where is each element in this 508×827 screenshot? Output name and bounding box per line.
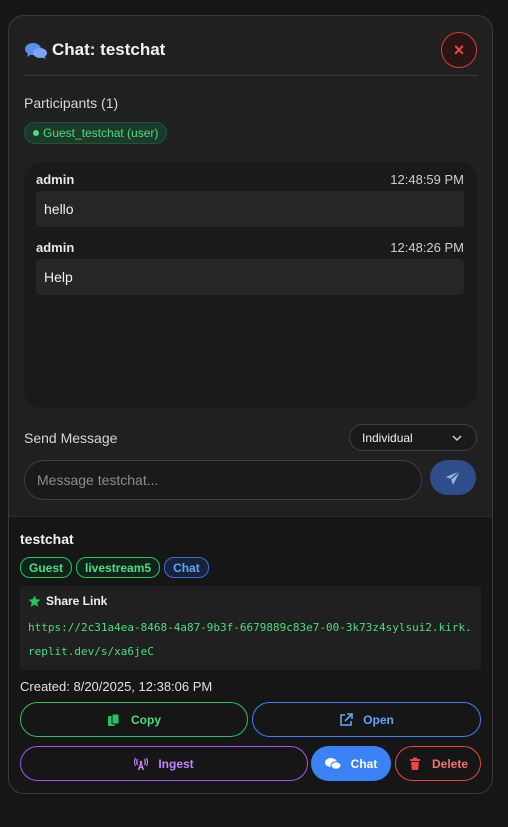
comments-icon	[25, 43, 47, 59]
message-text: hello	[36, 191, 464, 227]
participant-chip: Guest_testchat (user)	[24, 122, 168, 144]
recipient-mode-value: Individual	[362, 431, 413, 445]
copy-icon	[108, 713, 120, 726]
tag-guest: Guest	[20, 557, 73, 578]
close-icon: ×	[453, 39, 465, 60]
send-button[interactable]	[430, 460, 476, 495]
tag-stream: livestream5	[76, 557, 161, 578]
message-sender: admin	[36, 240, 75, 255]
share-link-heading: Share Link	[28, 594, 107, 608]
broadcast-icon	[134, 757, 149, 770]
ingest-button[interactable]: Ingest	[20, 746, 308, 781]
session-tags: Guest livestream5 Chat	[20, 557, 209, 578]
chevron-down-icon	[452, 435, 462, 442]
message-sender: admin	[36, 172, 75, 187]
close-button[interactable]: ×	[441, 32, 477, 68]
share-link-box: Share Link https://2c31a4ea-8468-4a87-9b…	[20, 586, 481, 670]
delete-button[interactable]: Delete	[395, 746, 481, 781]
participants-heading: Participants (1)	[24, 95, 119, 111]
star-icon	[28, 594, 41, 607]
session-info: testchat Guest livestream5 Chat Share Li…	[9, 516, 492, 793]
participant-label: Guest_testchat (user)	[43, 126, 159, 140]
open-button[interactable]: Open	[252, 702, 481, 737]
dialog-title: Chat: testchat	[52, 40, 166, 59]
message-input[interactable]	[24, 460, 422, 500]
created-timestamp: Created: 8/20/2025, 12:38:06 PM	[20, 679, 213, 694]
trash-icon	[409, 757, 420, 770]
tag-chat: Chat	[164, 557, 209, 578]
copy-button[interactable]: Copy	[20, 702, 248, 737]
message-time: 12:48:26 PM	[390, 240, 464, 255]
online-dot-icon	[33, 130, 39, 136]
session-name: testchat	[20, 531, 74, 547]
chat-icon	[324, 757, 341, 770]
dialog-header: Chat: testchat	[23, 30, 478, 76]
recipient-mode-select[interactable]: Individual	[349, 424, 477, 451]
message-text: Help	[36, 259, 464, 295]
paper-plane-icon	[446, 470, 461, 485]
share-link-url[interactable]: https://2c31a4ea-8468-4a87-9b3f-6679889c…	[28, 616, 476, 664]
message-list[interactable]: admin 12:48:59 PM hello admin 12:48:26 P…	[24, 162, 477, 408]
external-link-icon	[340, 712, 353, 726]
chat-button[interactable]: Chat	[311, 746, 391, 781]
message-time: 12:48:59 PM	[390, 172, 464, 187]
send-message-label: Send Message	[24, 430, 118, 446]
chat-dialog: Chat: testchat × Participants (1) Guest_…	[8, 15, 493, 794]
